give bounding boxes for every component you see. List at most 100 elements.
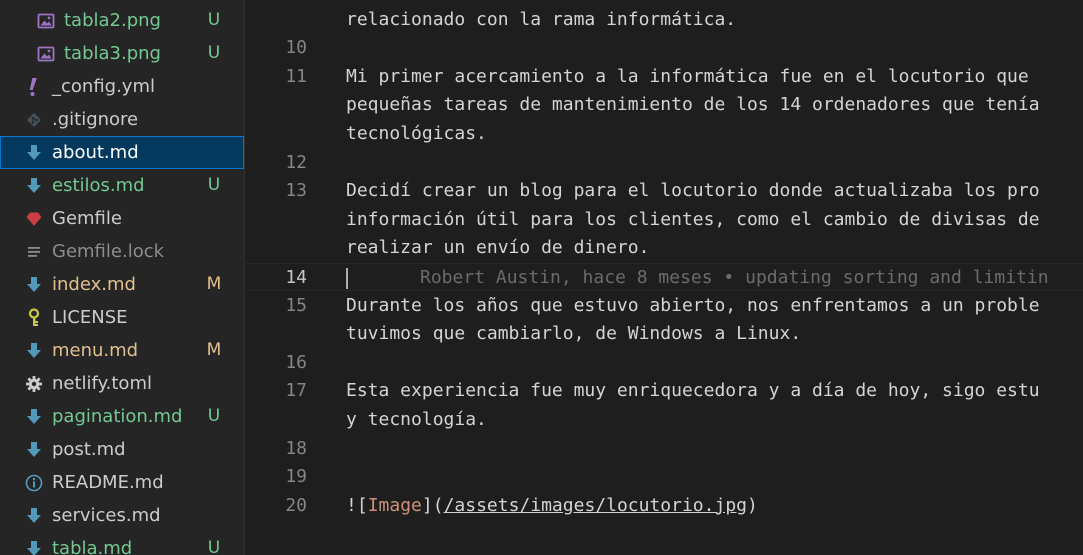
file-item-gemfile[interactable]: Gemfile: [0, 202, 244, 235]
editor-line[interactable]: 20 ![Image](/assets/images/locutorio.jpg): [245, 492, 1083, 521]
file-name: index.md: [52, 274, 136, 295]
key-icon: [24, 301, 44, 334]
editor-line[interactable]: 12: [245, 149, 1083, 178]
git-status-badge: M: [206, 274, 222, 294]
editor-pane[interactable]: relacionado con la rama informática. 10 11…: [245, 0, 1083, 555]
editor-line[interactable]: 17 Esta experiencia fue muy enriquecedora…: [245, 377, 1083, 406]
code-text: y tecnología.: [346, 408, 487, 430]
file-item-gemfile-lock[interactable]: Gemfile.lock: [0, 235, 244, 268]
exclamation-icon: [24, 70, 44, 103]
editor-line[interactable]: 16: [245, 349, 1083, 378]
markdown-icon: [24, 400, 44, 433]
file-item-services-md[interactable]: services.md: [0, 499, 244, 532]
git-blame-annotation: Robert Austin, hace 8 meses • updating s…: [420, 266, 1049, 288]
editor-line[interactable]: 13 Decidí crear un blog para el locutorio…: [245, 177, 1083, 206]
code-text: Decidí crear un blog para el locutorio d…: [346, 180, 1040, 202]
file-name: menu.md: [52, 340, 139, 361]
line-number: 10: [285, 37, 307, 59]
file-name: netlify.toml: [52, 373, 152, 394]
file-name: tabla.md: [52, 538, 133, 555]
file-item-index-md[interactable]: index.md M: [0, 268, 244, 301]
editor-line[interactable]: pequeñas tareas de mantenimiento de los …: [245, 91, 1083, 120]
line-number: 17: [285, 380, 307, 402]
editor-line[interactable]: tuvimos que cambiarlo, de Windows a Linu…: [245, 320, 1083, 349]
editor-line[interactable]: 18: [245, 435, 1083, 464]
editor-line[interactable]: 15 Durante los años que estuvo abierto, n…: [245, 292, 1083, 321]
markdown-icon: [24, 334, 44, 367]
file-item-post-md[interactable]: post.md: [0, 433, 244, 466]
file-tree: tabla2.png Utabla3.png U _config.yml .gitign…: [0, 4, 244, 555]
code-text: Esta experiencia fue muy enriquecedora y…: [346, 380, 1040, 402]
file-name: tabla2.png: [64, 10, 161, 31]
file-name: post.md: [52, 439, 126, 460]
md-image-alt-text: Image: [367, 494, 422, 516]
git-status-badge: M: [206, 340, 222, 360]
editor-line[interactable]: información útil para los clientes, como…: [245, 206, 1083, 235]
file-item-about-md[interactable]: about.md: [0, 136, 244, 169]
code-text: relacionado con la rama informática.: [346, 8, 737, 30]
text-cursor: [346, 267, 348, 289]
file-name: pagination.md: [52, 406, 183, 427]
editor-line[interactable]: relacionado con la rama informática.: [245, 6, 1083, 35]
editor-line[interactable]: y tecnología.: [245, 406, 1083, 435]
file-item-readme-md[interactable]: README.md: [0, 466, 244, 499]
file-name: estilos.md: [52, 175, 145, 196]
editor-line[interactable]: 10: [245, 34, 1083, 63]
file-name: services.md: [52, 505, 161, 526]
file-item-pagination-md[interactable]: pagination.md U: [0, 400, 244, 433]
file-name: Gemfile.lock: [52, 241, 165, 262]
file-item-config-yml[interactable]: _config.yml: [0, 70, 244, 103]
code-text: Mi primer acercamiento a la informática …: [346, 65, 1029, 87]
editor-line[interactable]: tecnológicas.: [245, 120, 1083, 149]
file-item-menu-md[interactable]: menu.md M: [0, 334, 244, 367]
code-text: tecnológicas.: [346, 122, 487, 144]
file-name: Gemfile: [52, 208, 122, 229]
markdown-image-link: ![Image](/assets/images/locutorio.jpg): [346, 492, 758, 521]
markdown-icon: [24, 268, 44, 301]
git-icon: [24, 103, 44, 136]
file-name: tabla3.png: [64, 43, 161, 64]
file-name: _config.yml: [52, 76, 155, 97]
file-item-license[interactable]: LICENSE: [0, 301, 244, 334]
code-text: tuvimos que cambiarlo, de Windows a Linu…: [346, 323, 802, 345]
editor-current-line[interactable]: 14 Robert Austin, hace 8 meses • updating…: [245, 262, 1083, 292]
file-item-netlify-toml[interactable]: netlify.toml: [0, 367, 244, 400]
lines-icon: [24, 235, 44, 268]
md-image-url[interactable]: /assets/images/locutorio.jpg: [444, 495, 747, 516]
file-name: LICENSE: [52, 307, 128, 328]
explorer-sidebar: tabla2.png Utabla3.png U _config.yml .gitign…: [0, 0, 245, 555]
vscode-window: tabla2.png Utabla3.png U _config.yml .gitign…: [0, 0, 1083, 555]
md-mid-bracket: ](: [421, 494, 444, 516]
file-item-tabla2-png[interactable]: tabla2.png U: [0, 4, 244, 37]
git-status-badge: U: [207, 175, 221, 195]
file-item-estilos-md[interactable]: estilos.md U: [0, 169, 244, 202]
gear-icon: [24, 367, 44, 400]
markdown-icon: [24, 532, 44, 555]
file-name: about.md: [52, 142, 139, 163]
editor-line[interactable]: 19: [245, 463, 1083, 492]
line-number: 13: [285, 180, 307, 202]
line-number: 18: [285, 437, 307, 459]
line-number: 20: [285, 494, 307, 516]
git-status-badge: U: [207, 406, 221, 426]
line-number: 15: [285, 294, 307, 316]
file-name: README.md: [52, 472, 164, 493]
editor-line[interactable]: realizar un envío de dinero.: [245, 234, 1083, 263]
markdown-icon: [24, 499, 44, 532]
file-item-gitignore[interactable]: .gitignore: [0, 103, 244, 136]
line-number: 12: [285, 151, 307, 173]
line-number: 16: [285, 351, 307, 373]
line-number: 19: [285, 466, 307, 488]
git-status-badge: U: [207, 10, 221, 30]
line-number: 14: [285, 266, 307, 288]
git-status-badge: U: [207, 538, 221, 555]
md-open-bracket: ![: [346, 494, 368, 516]
file-name: .gitignore: [52, 109, 139, 130]
line-number: 11: [285, 65, 307, 87]
file-item-tabla3-png[interactable]: tabla3.png U: [0, 37, 244, 70]
editor-line[interactable]: 11 Mi primer acercamiento a la informátic…: [245, 63, 1083, 92]
code-text: Durante los años que estuvo abierto, nos…: [346, 294, 1040, 316]
code-text: realizar un envío de dinero.: [346, 237, 650, 259]
file-item-tabla-md[interactable]: tabla.md U: [0, 532, 244, 555]
md-close-paren: ): [747, 494, 758, 516]
